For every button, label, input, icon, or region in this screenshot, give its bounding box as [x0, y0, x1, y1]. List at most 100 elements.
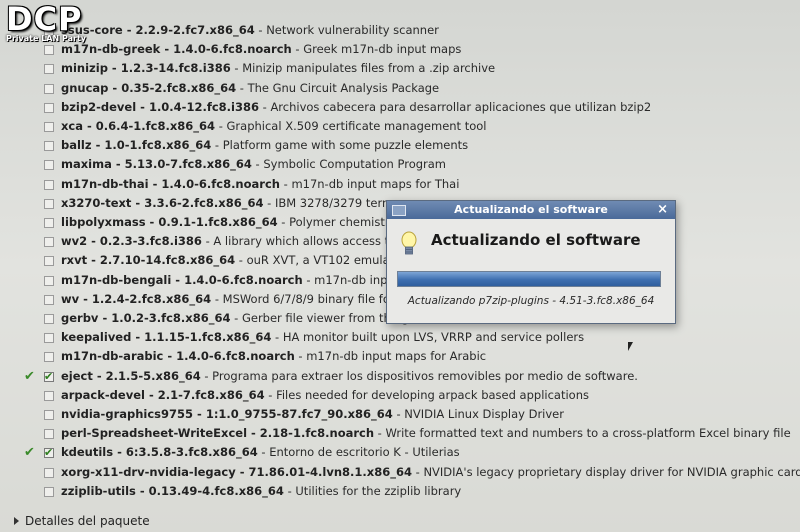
separator: -	[279, 176, 292, 191]
package-checkbox[interactable]	[44, 486, 54, 497]
dialog-titlebar[interactable]: Actualizando el software ×	[387, 201, 675, 219]
package-description: Network vulnerability scanner	[266, 23, 439, 37]
package-checkbox[interactable]	[44, 410, 54, 420]
package-description: Programa para extraer los dispositivos r…	[212, 368, 638, 383]
package-checkbox[interactable]	[44, 45, 54, 56]
separator: -	[236, 80, 248, 95]
package-checkbox[interactable]	[44, 429, 54, 440]
package-version: 1.0-1.fc8.x86_64	[104, 138, 212, 153]
installed-check-icon: ✔	[24, 368, 35, 384]
separator: -	[108, 80, 122, 95]
dialog-heading: Actualizando el software	[431, 231, 641, 249]
package-checkbox[interactable]	[44, 467, 54, 478]
package-version: 0.9.1-1.fc8.x86_64	[158, 215, 278, 229]
package-version: 1.4.0-6.fc8.noarch	[161, 176, 280, 191]
package-version: 1.4.0-6.fc8.noarch	[173, 42, 292, 57]
package-checkbox[interactable]	[44, 275, 54, 286]
separator: -	[254, 23, 267, 37]
package-checkbox[interactable]	[44, 141, 54, 152]
package-name: bzip2-devel	[61, 99, 137, 114]
package-checkbox[interactable]	[44, 83, 54, 94]
window-icon	[392, 205, 406, 216]
separator: -	[201, 234, 214, 249]
package-checkbox[interactable]	[44, 367, 54, 386]
separator: -	[257, 445, 270, 460]
package-name: libpolyxmass	[61, 215, 146, 229]
separator: -	[193, 407, 206, 421]
update-progress-bar	[397, 271, 661, 287]
separator: -	[392, 407, 405, 421]
package-name: xca	[61, 119, 83, 133]
package-checkbox[interactable]	[44, 237, 54, 248]
package-checkbox[interactable]	[44, 443, 54, 462]
package-name: m17n-db-thai	[61, 176, 149, 191]
package-description: MSWord 6/7/8/9 binary file forn	[222, 291, 402, 306]
package-name: perl-Spreadsheet-WriteExcel	[61, 426, 248, 441]
separator: -	[163, 349, 177, 364]
package-text: xca - 0.6.4-1.fc8.x86_64 - Graphical X.5…	[61, 117, 487, 136]
package-checkbox[interactable]	[44, 64, 54, 75]
package-description: Utilities for the zziplib library	[295, 483, 462, 498]
progress-fill	[398, 272, 660, 286]
package-checkbox[interactable]	[44, 314, 54, 324]
package-name: xorg-x11-drv-nvidia-legacy	[61, 464, 236, 479]
package-checkbox[interactable]	[44, 218, 54, 228]
package-checkbox[interactable]	[44, 198, 54, 209]
package-description: Greek m17n-db input maps	[303, 42, 462, 57]
package-text: rxvt - 2.7.10-14.fc8.x86_64 - ouR XVT, a…	[61, 251, 394, 270]
package-version: 1.2.4-2.fc8.x86_64	[91, 291, 212, 306]
package-name: m17n-db-greek	[61, 42, 161, 57]
package-checkbox[interactable]	[44, 122, 54, 132]
package-version: 2.2.9-2.fc7.x86_64	[135, 23, 255, 37]
separator: -	[135, 483, 149, 498]
package-checkbox[interactable]	[44, 179, 54, 190]
package-checkbox[interactable]	[44, 390, 54, 401]
separator: -	[145, 215, 159, 229]
package-description: Entorno de escritorio K - Utilerias	[269, 445, 460, 460]
package-checkbox[interactable]	[44, 102, 54, 113]
package-checkbox[interactable]	[44, 333, 54, 344]
package-checkbox[interactable]	[44, 256, 54, 267]
separator: -	[171, 272, 185, 287]
package-description: ouR XVT, a VT102 emulat	[246, 253, 395, 268]
package-version: 1.0.2-3.fc8.x86_64	[111, 311, 231, 325]
separator: -	[144, 387, 158, 402]
package-description: Minizip manipulates files from a .zip ar…	[242, 61, 496, 76]
separator: -	[87, 253, 100, 268]
package-name: eject	[61, 368, 93, 383]
expander-arrow-icon	[14, 517, 19, 525]
package-description: A library which allows access to	[213, 234, 397, 249]
separator: -	[83, 119, 96, 133]
separator: -	[251, 157, 264, 172]
package-name: wv	[61, 291, 80, 306]
update-dialog: Actualizando el software × Actualizando …	[386, 200, 676, 324]
package-checkbox[interactable]	[44, 160, 54, 171]
package-description: m17n-db inpu	[314, 272, 395, 287]
separator: -	[200, 368, 213, 383]
package-description: The Gnu Circuit Analysis Package	[247, 80, 440, 95]
package-description: Archivos cabecera para desarrollar aplic…	[270, 99, 652, 114]
separator: -	[411, 464, 424, 479]
package-name: wv2	[61, 234, 88, 249]
package-checkbox[interactable]	[44, 352, 54, 363]
package-version: 5.13.0-7.fc8.x86_64	[124, 157, 252, 172]
package-text: m17n-db-greek - 1.4.0-6.fc8.noarch - Gre…	[61, 40, 461, 59]
close-icon[interactable]: ×	[657, 201, 668, 219]
package-text: libpolyxmass - 0.9.1-1.fc8.x86_64 - Poly…	[61, 213, 390, 232]
package-version: 1.0.4-12.fc8.i386	[148, 99, 259, 114]
separator: -	[294, 349, 307, 364]
package-description: Platform game with some puzzle elements	[222, 138, 469, 153]
installed-check-icon: ✔	[24, 445, 35, 461]
package-description: Write formatted text and numbers to a cr…	[385, 426, 791, 441]
separator: -	[211, 291, 223, 306]
separator: -	[374, 426, 386, 441]
package-text: wv2 - 0.2.3-3.fc8.i386 - A library which…	[61, 232, 396, 251]
package-name: maxima	[61, 157, 112, 172]
separator: -	[131, 330, 145, 345]
package-checkbox[interactable]	[44, 294, 54, 305]
package-details-expander[interactable]: Detalles del paquete	[14, 514, 150, 528]
package-text: xorg-x11-drv-nvidia-legacy - 71.86.01-4.…	[61, 463, 800, 482]
package-name: keepalived	[61, 330, 132, 345]
separator: -	[264, 387, 277, 402]
package-name: minizip	[61, 61, 108, 76]
